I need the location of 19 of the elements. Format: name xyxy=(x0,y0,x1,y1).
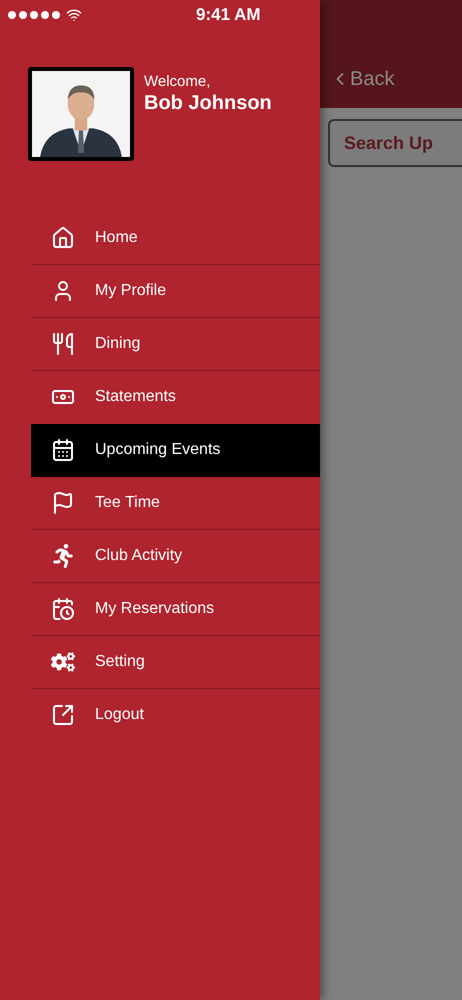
welcome-text: Welcome, xyxy=(144,73,212,91)
home-icon xyxy=(51,226,75,250)
runner-icon xyxy=(51,544,75,568)
menu-item[interactable]: Upcoming Events xyxy=(31,424,320,477)
share-icon xyxy=(51,703,75,727)
menu-item[interactable]: Statements xyxy=(31,371,320,424)
wifi-icon xyxy=(66,7,82,23)
calendar-icon xyxy=(51,438,75,462)
flag-icon xyxy=(51,491,75,515)
menu-item[interactable]: Setting xyxy=(31,636,320,689)
menu-item[interactable]: My Reservations xyxy=(31,583,320,636)
user-name: Bob Johnson xyxy=(144,91,272,115)
gears-icon xyxy=(51,650,75,674)
back-button[interactable]: Back xyxy=(330,64,394,94)
menu-item[interactable]: Logout xyxy=(31,689,320,742)
signal-icon xyxy=(8,11,60,19)
status-time: 9:41 AM xyxy=(196,4,261,26)
cutlery-icon xyxy=(51,332,75,356)
calendar-clock-icon xyxy=(51,597,75,621)
